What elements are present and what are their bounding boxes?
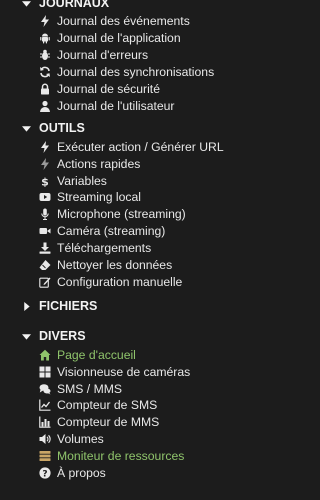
menu-item-label: Microphone (streaming) — [57, 207, 186, 222]
menu-item-journal-erreurs[interactable]: Journal d'erreurs — [0, 47, 236, 64]
section-fichiers: FICHIERS — [0, 296, 236, 316]
chevron-down-icon — [22, 124, 36, 133]
menu-item-label: Visionneuse de caméras — [57, 364, 191, 379]
home-icon — [38, 348, 51, 361]
menu-item-label: Journal des événements — [57, 14, 190, 29]
menu-item-label: À propos — [57, 466, 106, 481]
menu-item-label: Variables — [57, 173, 107, 188]
menu-item-label: Compteur de SMS — [57, 398, 158, 413]
download-icon — [38, 242, 51, 255]
video-camera-icon — [38, 225, 51, 238]
menu-item-label: Journal de l'application — [57, 31, 181, 46]
menu-item-journal-securite[interactable]: Journal de sécurité — [0, 81, 236, 98]
chevron-down-icon — [22, 332, 36, 341]
grid-icon — [38, 365, 51, 378]
chat-icon — [38, 382, 51, 395]
dollar-icon: $ — [38, 174, 51, 187]
menu-item-label: Volumes — [57, 432, 104, 447]
menu-item-telechargements[interactable]: Téléchargements — [0, 240, 236, 257]
menu-item-a-propos[interactable]: ? À propos — [0, 465, 236, 482]
menu-item-page-accueil[interactable]: Page d'accueil — [0, 346, 236, 363]
menu-item-moniteur-ressources[interactable]: Moniteur de ressources — [0, 448, 236, 465]
microphone-icon — [38, 208, 51, 221]
bug-icon — [38, 49, 51, 62]
menu-item-actions-rapides[interactable]: Actions rapides — [0, 155, 236, 172]
lock-icon — [38, 83, 51, 96]
menu-item-journal-utilisateur[interactable]: Journal de l'utilisateur — [0, 97, 236, 114]
menu-item-label: Caméra (streaming) — [57, 224, 166, 239]
line-chart-icon — [38, 399, 51, 412]
section-title: FICHIERS — [39, 299, 98, 314]
menu-item-nettoyer-donnees[interactable]: Nettoyer les données — [0, 257, 236, 274]
chevron-down-icon — [22, 0, 36, 8]
sync-icon — [38, 66, 51, 79]
bar-chart-icon — [38, 416, 51, 429]
menu-item-label: Exécuter action / Générer URL — [57, 139, 224, 154]
section-title: OUTILS — [39, 121, 85, 136]
menu-item-label: Streaming local — [57, 190, 141, 205]
svg-text:?: ? — [42, 469, 47, 479]
section-header-fichiers[interactable]: FICHIERS — [0, 296, 236, 316]
android-icon — [38, 32, 51, 45]
youtube-icon — [38, 191, 51, 204]
menu-item-configuration-manuelle[interactable]: Configuration manuelle — [0, 273, 236, 290]
edit-icon — [38, 275, 51, 288]
menu-item-visionneuse-cameras[interactable]: Visionneuse de caméras — [0, 363, 236, 380]
section-header-outils[interactable]: OUTILS — [0, 118, 236, 138]
menu-item-compteur-mms[interactable]: Compteur de MMS — [0, 414, 236, 431]
menu-item-volumes[interactable]: Volumes — [0, 431, 236, 448]
menu-item-label: Nettoyer les données — [57, 258, 173, 273]
menu-item-label: Journal des synchronisations — [57, 65, 215, 80]
question-icon: ? — [38, 467, 51, 480]
section-title: DIVERS — [39, 329, 86, 344]
menu-item-variables[interactable]: $ Variables — [0, 172, 236, 189]
menu-item-label: Actions rapides — [57, 156, 141, 171]
menu-item-journal-application[interactable]: Journal de l'application — [0, 30, 236, 47]
menu-item-sms-mms[interactable]: SMS / MMS — [0, 380, 236, 397]
user-icon — [38, 99, 51, 112]
menu-item-label: Moniteur de ressources — [57, 449, 185, 464]
menu-item-label: Journal d'erreurs — [57, 48, 149, 63]
menu-item-label: Compteur de MMS — [57, 415, 160, 430]
section-header-divers[interactable]: DIVERS — [0, 326, 236, 346]
menu-item-label: Journal de l'utilisateur — [57, 98, 175, 113]
eraser-icon — [38, 259, 51, 272]
menu-item-label: SMS / MMS — [57, 381, 123, 396]
server-icon — [38, 450, 51, 463]
section-journaux: JOURNAUX Journal des événements Journal … — [0, 0, 236, 114]
menu-item-journal-synchronisations[interactable]: Journal des synchronisations — [0, 64, 236, 81]
side-menu: JOURNAUX Journal des événements Journal … — [0, 0, 236, 481]
menu-item-streaming-local[interactable]: Streaming local — [0, 189, 236, 206]
menu-item-compteur-sms[interactable]: Compteur de SMS — [0, 397, 236, 414]
menu-item-label: Page d'accueil — [57, 347, 136, 362]
section-divers: DIVERS Page d'accueil Visionneuse de cam… — [0, 326, 236, 481]
menu-item-label: Configuration manuelle — [57, 274, 183, 289]
menu-item-label: Téléchargements — [57, 241, 152, 256]
menu-item-label: Journal de sécurité — [57, 82, 160, 96]
menu-item-camera-streaming[interactable]: Caméra (streaming) — [0, 223, 236, 240]
bolt-icon — [38, 140, 51, 153]
section-header-journaux[interactable]: JOURNAUX — [0, 0, 236, 13]
menu-item-microphone[interactable]: Microphone (streaming) — [0, 206, 236, 223]
bolt-icon — [38, 157, 51, 170]
chevron-right-icon — [22, 301, 36, 311]
menu-item-journal-evenements[interactable]: Journal des événements — [0, 13, 236, 30]
svg-text:$: $ — [41, 175, 49, 187]
volume-icon — [38, 433, 51, 446]
section-title: JOURNAUX — [39, 0, 110, 10]
menu-item-executer-action[interactable]: Exécuter action / Générer URL — [0, 138, 236, 155]
bolt-icon — [38, 15, 51, 28]
section-outils: OUTILS Exécuter action / Générer URL Act… — [0, 118, 236, 290]
